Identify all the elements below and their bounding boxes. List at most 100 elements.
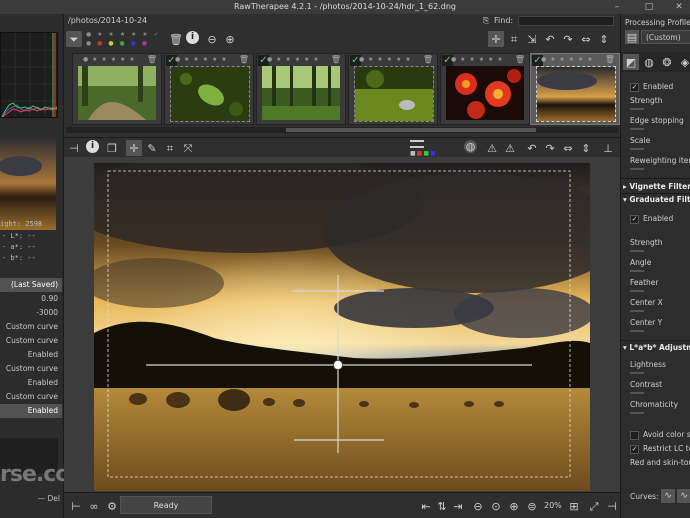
gf-center-y-slider[interactable] <box>630 330 644 332</box>
exposure-tab-icon[interactable]: ◩ <box>623 54 639 70</box>
trash-icon[interactable]: 🗑 <box>331 55 341 64</box>
strength-slider[interactable] <box>630 108 644 110</box>
enabled-checkbox[interactable]: ✓ Enabled <box>630 82 673 92</box>
path-field[interactable]: /photos/2014-10-24 <box>68 16 147 25</box>
zoom-in-icon[interactable]: ⊕ <box>506 498 522 514</box>
history-item[interactable]: Custom curve <box>0 390 62 404</box>
hand-tool-icon[interactable]: ✛ <box>488 31 504 47</box>
color-label-filter[interactable]: ● ● ● ● ● ● <box>86 40 166 48</box>
trash-icon[interactable]: 🗑 <box>147 55 157 64</box>
shadow-clipping-icon[interactable]: ⚠ <box>484 140 500 156</box>
minimize-icon[interactable]: – <box>612 2 622 12</box>
hide-left-panel-icon[interactable]: ⊣ <box>66 140 82 156</box>
zoom-100-icon[interactable]: ⊜ <box>524 498 540 514</box>
flip-horizontal-icon[interactable]: ⇔ <box>578 31 594 47</box>
chromaticity-slider[interactable] <box>630 412 644 414</box>
vignette-filter-header[interactable]: ▸ Vignette Filter <box>623 182 690 191</box>
history-item[interactable]: Custom curve <box>0 320 62 334</box>
info-icon[interactable]: i <box>86 140 99 153</box>
thumbnail-scrollbar[interactable] <box>66 127 618 133</box>
detail-window-icon[interactable]: ⊞ <box>566 498 582 514</box>
trash-icon[interactable]: 🗑 <box>605 55 615 64</box>
straighten-icon[interactable]: ⤧ <box>180 140 196 156</box>
avoid-color-shift-checkbox[interactable]: Avoid color sh <box>630 430 690 440</box>
previous-image-icon[interactable]: ⇤ <box>418 498 434 514</box>
rank-stars[interactable]: ● ★ ★ ★ ★ ★ <box>267 56 320 63</box>
thumbnail[interactable]: ● ★ ★ ★ ★ ★ 🗑 <box>72 53 162 125</box>
rank-stars[interactable]: ● ★ ★ ★ ★ ★ <box>541 56 594 63</box>
gf-angle-slider[interactable] <box>630 270 644 272</box>
maximize-icon[interactable]: □ <box>644 2 654 12</box>
preview-canvas[interactable] <box>64 157 620 492</box>
gf-center-x-slider[interactable] <box>630 310 644 312</box>
trash-icon[interactable]: 🗑 <box>515 55 525 64</box>
wavelet-tab-icon[interactable]: ◈ <box>677 54 690 70</box>
navigator-thumbnail[interactable] <box>0 136 56 230</box>
red-skin-tones-checkbox[interactable]: Red and skin-tone <box>630 458 690 467</box>
rotate-cw-icon[interactable]: ↷ <box>560 31 576 47</box>
trash-icon[interactable]: 🗑 <box>423 55 433 64</box>
history-item[interactable]: (Last Saved) <box>0 278 62 292</box>
detail-tab-icon[interactable]: ◍ <box>641 54 657 70</box>
resize-icon[interactable]: ⇲ <box>524 31 540 47</box>
find-input[interactable] <box>518 16 614 26</box>
curve-icon[interactable]: ∿ <box>661 489 675 503</box>
history-item[interactable]: 0.90 <box>0 292 62 306</box>
delete-button[interactable]: Del <box>48 494 60 503</box>
crop-icon[interactable]: ⌗ <box>162 140 178 156</box>
history-item[interactable]: -3000 <box>0 306 62 320</box>
gf-strength-slider[interactable] <box>630 250 644 252</box>
history-item[interactable]: Enabled <box>0 404 62 418</box>
scrollbar-thumb[interactable] <box>286 128 536 132</box>
rank-stars[interactable]: ● ★ ★ ★ ★ ★ <box>175 56 228 63</box>
rank-stars[interactable]: ● ★ ★ ★ ★ ★ <box>359 56 412 63</box>
trash-icon[interactable]: 🗑 <box>168 31 184 47</box>
thumbnail-selected[interactable]: ✓ ● ★ ★ ★ ★ ★ 🗑 <box>530 53 620 125</box>
history-item[interactable]: Enabled <box>0 348 62 362</box>
flip-vertical-icon[interactable]: ⇕ <box>578 140 594 156</box>
thumbnail[interactable]: ✓ ● ★ ★ ★ ★ ★ 🗑 <box>348 53 438 125</box>
preview-mode-icon[interactable] <box>410 140 424 148</box>
restrict-lc-checkbox[interactable]: ✓ Restrict LC to <box>630 444 690 454</box>
thumbnail[interactable]: ✓ ● ★ ★ ★ ★ ★ 🗑 <box>440 53 530 125</box>
history-item[interactable]: Enabled <box>0 376 62 390</box>
contrast-slider[interactable] <box>630 392 644 394</box>
rotate-cw-icon[interactable]: ↷ <box>542 140 558 156</box>
history-item[interactable]: Custom curve <box>0 334 62 348</box>
thumbnail[interactable]: ✓ ● ★ ★ ★ ★ ★ 🗑 <box>256 53 346 125</box>
graduated-filter-header[interactable]: ▾ Graduated Filter <box>623 195 690 204</box>
zoom-out-icon[interactable]: ⊖ <box>204 31 220 47</box>
profile-select[interactable]: (Custom) <box>641 30 690 44</box>
trash-icon[interactable]: 🗑 <box>239 55 249 64</box>
gf-feather-slider[interactable] <box>630 290 644 292</box>
rank-stars[interactable]: ● ★ ★ ★ ★ ★ <box>451 56 504 63</box>
focus-mask-icon[interactable]: ◍ <box>464 140 477 153</box>
preview-image[interactable] <box>94 163 590 491</box>
hide-top-panel-icon[interactable]: ⊥ <box>600 140 616 156</box>
zoom-fit-icon[interactable]: ⊙ <box>488 498 504 514</box>
color-picker-icon[interactable]: ✎ <box>144 140 160 156</box>
preferences-icon[interactable]: ⚙ <box>104 498 120 514</box>
edge-stopping-slider[interactable] <box>630 128 644 130</box>
gf-enabled-checkbox[interactable]: ✓ Enabled <box>630 214 673 224</box>
before-after-icon[interactable]: ❐ <box>104 140 120 156</box>
lightness-slider[interactable] <box>630 372 644 374</box>
hide-history-icon[interactable]: ⊢ <box>68 498 84 514</box>
color-tab-icon[interactable]: ❂ <box>659 54 675 70</box>
rank-stars[interactable]: ● ★ ★ ★ ★ ★ <box>83 56 136 63</box>
crop-icon[interactable]: ⌗ <box>506 31 522 47</box>
scale-slider[interactable] <box>630 148 644 150</box>
rotate-ccw-icon[interactable]: ↶ <box>524 140 540 156</box>
lab-adjustments-header[interactable]: ▾ L*a*b* Adjustm <box>623 343 690 352</box>
profile-icon[interactable]: ▤ <box>625 30 639 44</box>
close-icon[interactable]: ✕ <box>674 2 684 12</box>
filter-icon[interactable]: ⏷ <box>66 31 82 47</box>
link-icon[interactable]: ∞ <box>86 498 102 514</box>
zoom-out-icon[interactable]: ⊖ <box>470 498 486 514</box>
flip-horizontal-icon[interactable]: ⇔ <box>560 140 576 156</box>
reweighting-slider[interactable] <box>630 168 644 170</box>
channel-select[interactable]: ■■■■ <box>410 150 440 157</box>
hide-right-panel-icon[interactable]: ⊣ <box>604 498 620 514</box>
rank-filter-stars[interactable]: ● ★ ★ ★ ★ ★ ✓ <box>86 31 166 39</box>
next-image-icon[interactable]: ⇥ <box>450 498 466 514</box>
